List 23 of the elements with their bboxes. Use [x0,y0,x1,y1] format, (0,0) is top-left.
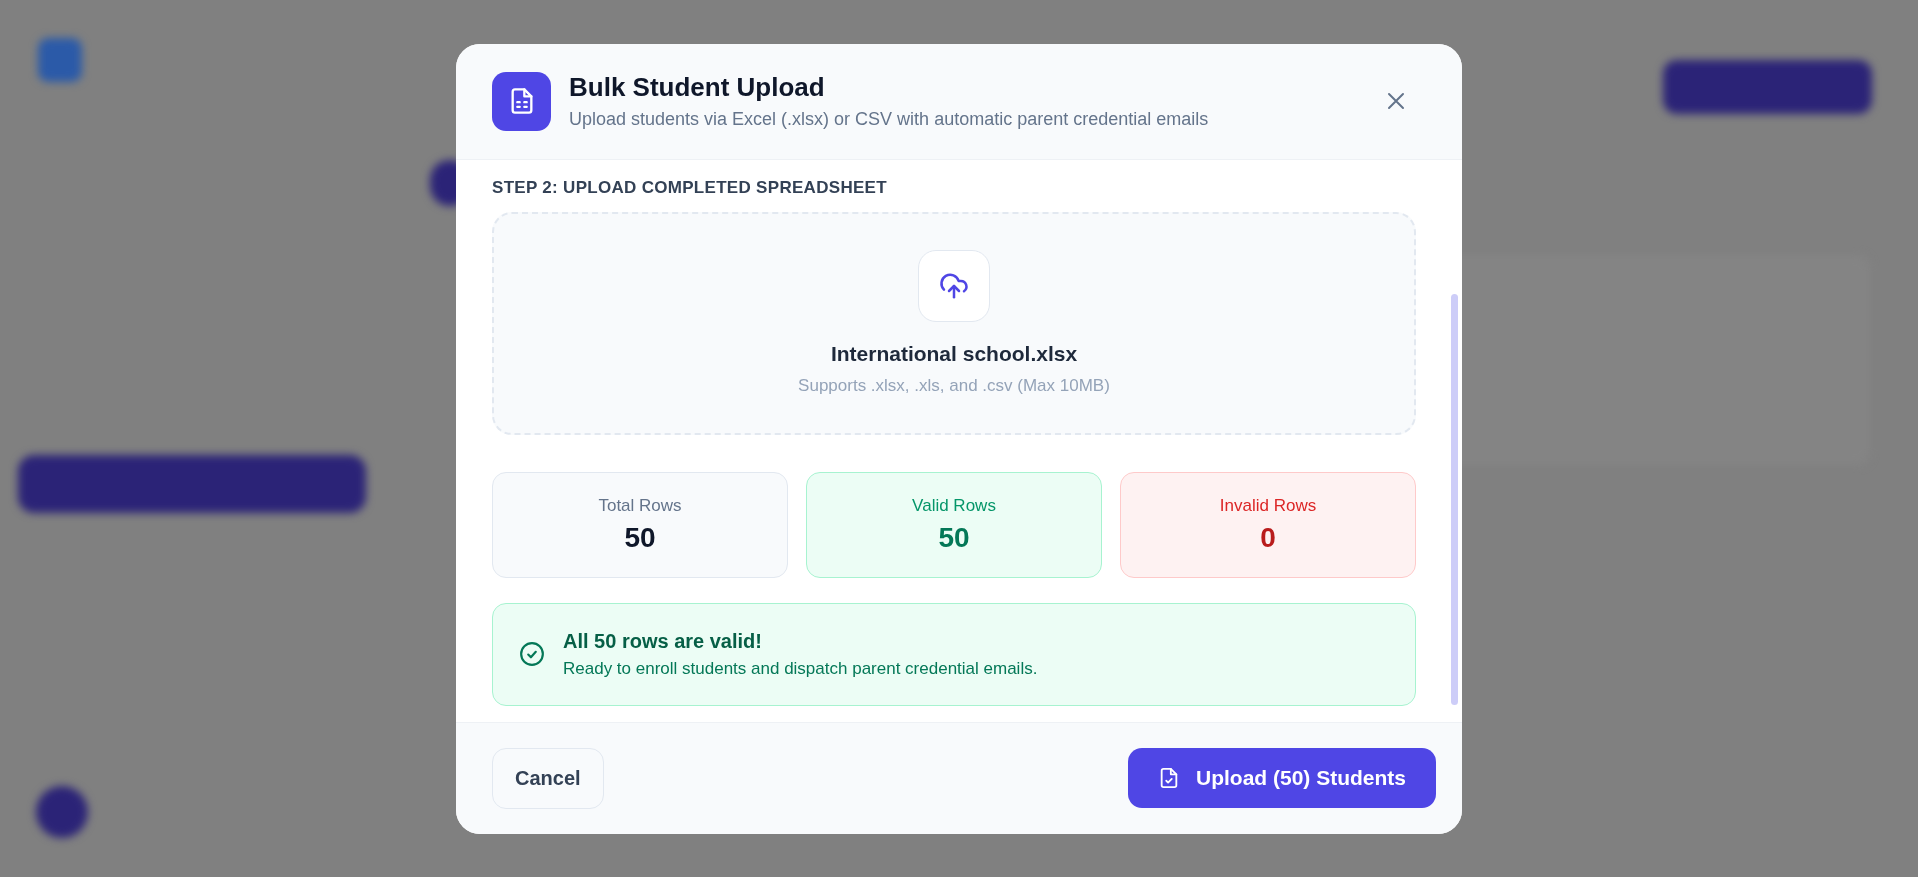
stat-label: Invalid Rows [1219,495,1317,516]
stat-value: 0 [1260,521,1276,554]
check-circle-icon [519,641,545,667]
blurred-avatar [36,786,88,838]
stat-value: 50 [938,521,970,554]
file-dropzone[interactable]: International school.xlsx Supports .xlsx, .xls, and .csv (Max 10MB) [492,211,1416,435]
step-label: STEP 2: UPLOAD COMPLETED SPREADSHEET [492,177,888,198]
alert-title: All 50 rows are valid! [563,629,763,653]
file-name: International school.xlsx [830,342,1078,366]
dialog-title: Bulk Student Upload [569,72,826,103]
scrollbar-thumb[interactable] [1451,293,1458,705]
stat-value: 50 [624,521,656,554]
stat-label: Total Rows [598,495,682,516]
cancel-button[interactable]: Cancel [492,747,604,809]
blurred-logo [38,38,82,82]
alert-message: Ready to enroll students and dispatch parent credential emails. [563,658,1038,679]
spreadsheet-file-icon [492,71,551,131]
upload-button[interactable]: Upload (50) Students [1128,748,1436,808]
dialog-subtitle: Upload students via Excel (.xlsx) or CSV with automatic parent credential emails [569,109,1210,130]
cloud-upload-icon [918,250,990,322]
stat-label: Valid Rows [912,495,996,516]
file-check-icon [1158,767,1180,789]
file-type-hint: Supports .xlsx, .xls, and .csv (Max 10MB) [798,376,1110,396]
